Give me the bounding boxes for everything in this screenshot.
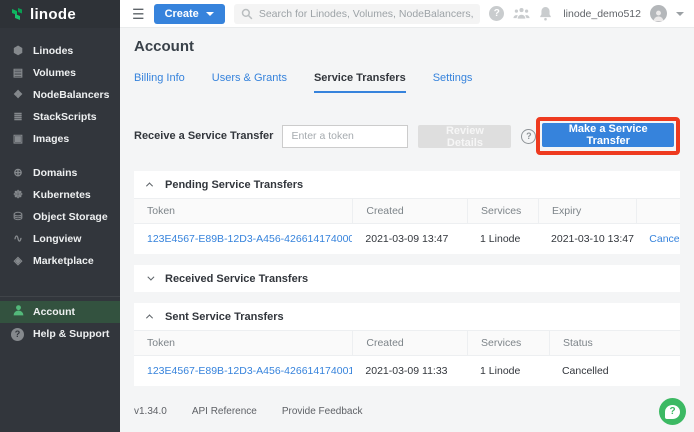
sent-status-cell: Cancelled <box>549 365 680 377</box>
help-circle-icon: ? <box>11 328 25 341</box>
pending-services-cell: 1 Linode <box>467 233 538 245</box>
receive-transfer-label: Receive a Service Transfer <box>134 130 273 142</box>
notifications-bell-icon[interactable] <box>539 6 552 21</box>
token-help-icon[interactable]: ? <box>521 129 536 144</box>
pending-table-row: 123E4567-E89B-12D3-A456-426614174000 202… <box>134 224 680 254</box>
pending-transfers-header[interactable]: Pending Service Transfers <box>134 171 680 198</box>
sidebar-item-kubernetes[interactable]: Kubernetes <box>0 184 120 206</box>
account-person-icon <box>11 304 25 320</box>
sidebar: linode Linodes Volumes NodeBalancers <box>0 0 120 432</box>
col-status: Status <box>549 331 680 355</box>
domains-globe-icon <box>11 168 25 179</box>
sidebar-item-longview[interactable]: Longview <box>0 228 120 250</box>
app-version-label: v1.34.0 <box>134 406 167 417</box>
sidebar-item-domains[interactable]: Domains <box>0 162 120 184</box>
sent-table-row: 123E4567-E89B-12D3-A456-426614174001 202… <box>134 356 680 386</box>
sidebar-item-nodebalancers[interactable]: NodeBalancers <box>0 84 120 106</box>
col-expiry: Expiry <box>538 199 636 223</box>
col-created: Created <box>352 199 467 223</box>
main-area: ☰ Create ? l <box>120 0 694 432</box>
sidebar-nav: Linodes Volumes NodeBalancers StackScrip… <box>0 28 120 345</box>
nodebalancers-icon <box>11 90 25 101</box>
pending-created-cell: 2021-03-09 13:47 <box>352 233 467 245</box>
linode-cube-icon <box>11 46 25 57</box>
sent-transfers-header[interactable]: Sent Service Transfers <box>134 303 680 330</box>
username-label: linode_demo512 <box>563 8 641 20</box>
user-menu-chevron-icon[interactable] <box>676 12 684 16</box>
app-window: linode Linodes Volumes NodeBalancers <box>0 0 694 432</box>
received-transfers-title: Received Service Transfers <box>165 273 308 285</box>
provide-feedback-link[interactable]: Provide Feedback <box>282 406 363 417</box>
pending-transfers-title: Pending Service Transfers <box>165 179 303 191</box>
col-token: Token <box>134 331 352 355</box>
sidebar-item-account[interactable]: Account <box>0 301 120 323</box>
footer: v1.34.0 API Reference Provide Feedback <box>134 406 680 417</box>
help-icon[interactable]: ? <box>489 6 504 21</box>
kubernetes-helm-icon <box>11 190 25 201</box>
search-input[interactable] <box>259 8 474 20</box>
object-storage-icon <box>11 212 25 223</box>
community-icon[interactable] <box>513 7 530 20</box>
api-reference-link[interactable]: API Reference <box>192 406 257 417</box>
sidebar-item-linodes[interactable]: Linodes <box>0 40 120 62</box>
stackscripts-icon <box>11 112 25 123</box>
tab-users-grants[interactable]: Users & Grants <box>212 72 287 93</box>
sent-transfers-title: Sent Service Transfers <box>165 311 284 323</box>
tab-settings[interactable]: Settings <box>433 72 473 93</box>
col-actions <box>636 199 680 223</box>
longview-pulse-icon <box>11 234 25 245</box>
receive-transfer-row: Receive a Service Transfer Review Detail… <box>134 117 680 155</box>
images-icon <box>11 134 25 145</box>
sidebar-item-marketplace[interactable]: Marketplace <box>0 250 120 272</box>
user-avatar[interactable] <box>650 5 667 22</box>
pending-table-header: Token Created Services Expiry <box>134 198 680 224</box>
chevron-up-icon <box>146 182 153 189</box>
received-transfers-panel: Received Service Transfers <box>134 265 680 292</box>
sent-transfers-panel: Sent Service Transfers Token Created Ser… <box>134 303 680 386</box>
col-services: Services <box>467 199 538 223</box>
review-details-button[interactable]: Review Details <box>418 125 511 148</box>
sidebar-item-help-support[interactable]: ? Help & Support <box>0 323 120 345</box>
global-search[interactable] <box>234 4 481 24</box>
chevron-down-icon <box>206 12 214 16</box>
col-token: Token <box>134 199 352 223</box>
hamburger-menu-icon[interactable]: ☰ <box>132 7 145 21</box>
account-tabs: Billing Info Users & Grants Service Tran… <box>134 72 680 93</box>
pending-transfers-panel: Pending Service Transfers Token Created … <box>134 171 680 254</box>
col-created: Created <box>352 331 467 355</box>
chevron-up-icon <box>146 314 153 321</box>
volumes-icon <box>11 68 25 79</box>
sent-table-header: Token Created Services Status <box>134 330 680 356</box>
token-input[interactable] <box>282 125 408 148</box>
pending-token-link[interactable]: 123E4567-E89B-12D3-A456-426614174000 <box>147 233 352 245</box>
make-service-transfer-button[interactable]: Make a Service Transfer <box>542 123 674 147</box>
search-icon <box>241 8 253 20</box>
sidebar-item-stackscripts[interactable]: StackScripts <box>0 106 120 128</box>
tab-service-transfers[interactable]: Service Transfers <box>314 72 406 93</box>
content-area: Account Billing Info Users & Grants Serv… <box>120 28 694 432</box>
create-button[interactable]: Create <box>154 4 225 24</box>
help-chat-button[interactable]: ? <box>659 398 686 425</box>
sent-token-link[interactable]: 123E4567-E89B-12D3-A456-426614174001 <box>147 365 352 377</box>
sent-created-cell: 2021-03-09 11:33 <box>352 365 467 377</box>
tab-billing-info[interactable]: Billing Info <box>134 72 185 93</box>
linode-logo-icon <box>9 6 25 22</box>
cancel-transfer-link[interactable]: Cancel <box>649 233 680 245</box>
linode-logo[interactable]: linode <box>0 0 120 28</box>
help-chat-bubble-icon: ? <box>665 405 680 419</box>
sent-services-cell: 1 Linode <box>467 365 549 377</box>
received-transfers-header[interactable]: Received Service Transfers <box>134 265 680 292</box>
marketplace-icon <box>11 256 25 267</box>
annotation-highlight-box: Make a Service Transfer <box>536 117 680 155</box>
logo-text: linode <box>30 6 76 23</box>
sidebar-item-object-storage[interactable]: Object Storage <box>0 206 120 228</box>
pending-expiry-cell: 2021-03-10 13:47 <box>538 233 636 245</box>
col-services: Services <box>467 331 549 355</box>
sidebar-item-images[interactable]: Images <box>0 128 120 150</box>
chevron-down-icon <box>147 274 154 281</box>
page-title: Account <box>134 38 680 55</box>
topbar: ☰ Create ? l <box>120 0 694 28</box>
sidebar-item-volumes[interactable]: Volumes <box>0 62 120 84</box>
